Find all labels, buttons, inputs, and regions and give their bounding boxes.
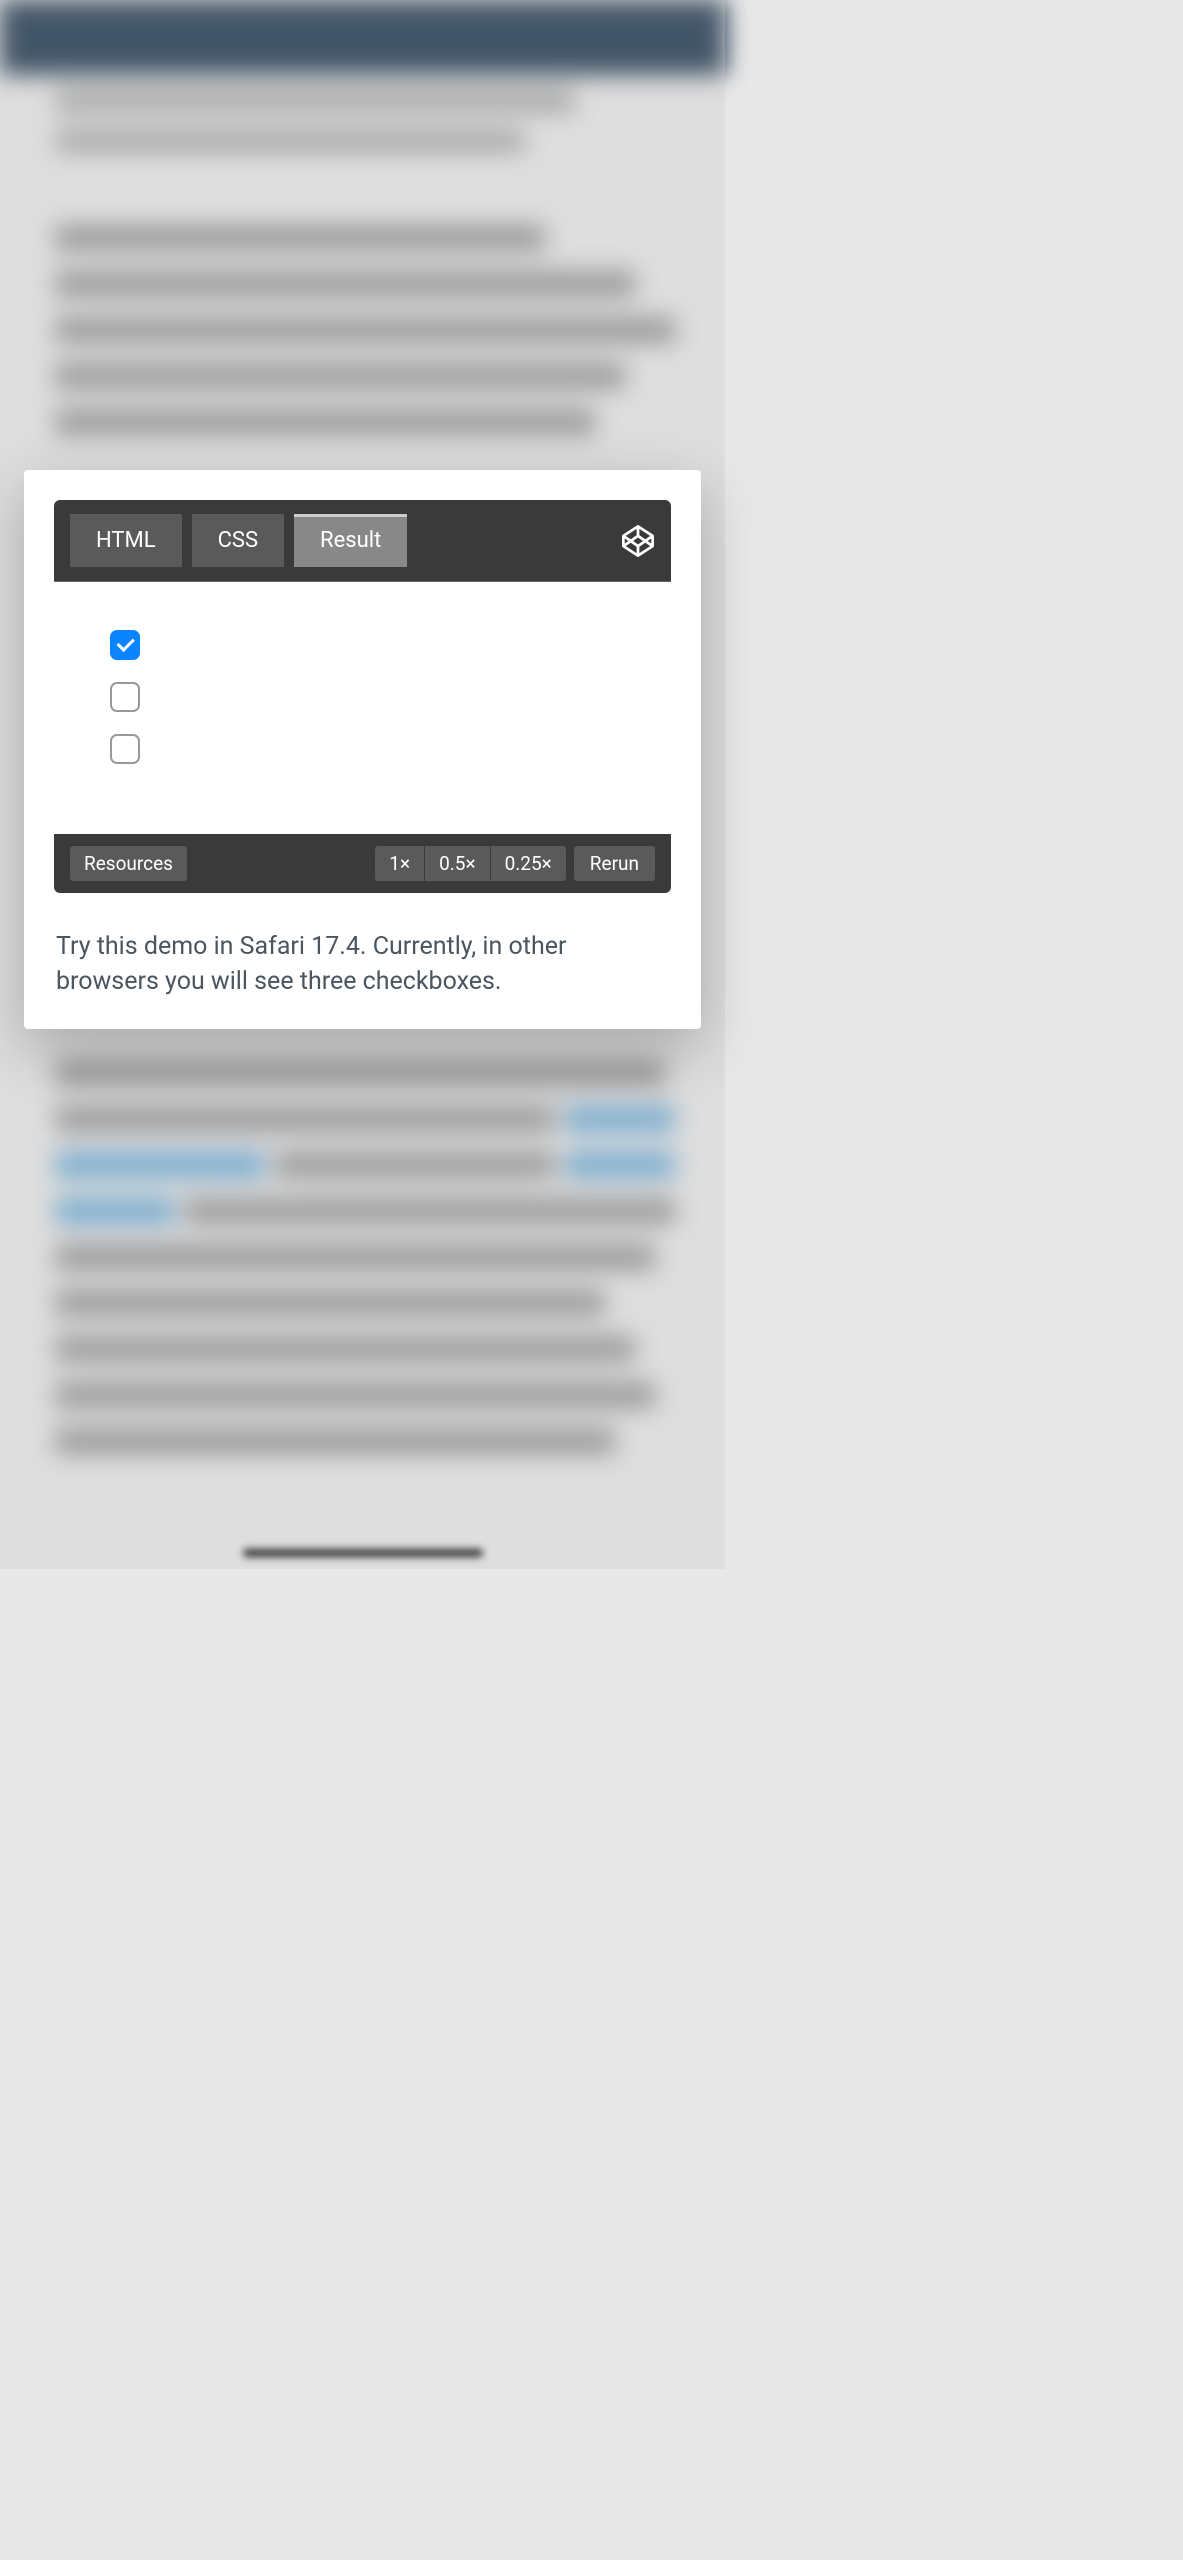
home-indicator bbox=[243, 1549, 483, 1557]
codepen-tab-bar: HTML CSS Result bbox=[54, 500, 671, 581]
demo-modal: HTML CSS Result Resources bbox=[24, 470, 701, 1029]
demo-caption: Try this demo in Safari 17.4. Currently,… bbox=[54, 929, 671, 999]
zoom-1x-button[interactable]: 1× bbox=[375, 846, 424, 881]
resources-button[interactable]: Resources bbox=[70, 846, 187, 881]
checkbox-3[interactable] bbox=[110, 734, 140, 764]
zoom-05x-button[interactable]: 0.5× bbox=[424, 846, 490, 881]
codepen-bottom-bar: Resources 1× 0.5× 0.25× Rerun bbox=[54, 834, 671, 893]
tab-css[interactable]: CSS bbox=[192, 514, 284, 567]
zoom-controls: 1× 0.5× 0.25× bbox=[375, 846, 566, 881]
checkbox-1[interactable] bbox=[110, 630, 140, 660]
checkbox-2[interactable] bbox=[110, 682, 140, 712]
codepen-logo-icon[interactable] bbox=[621, 524, 655, 558]
tab-result[interactable]: Result bbox=[294, 514, 407, 567]
rerun-button[interactable]: Rerun bbox=[574, 846, 655, 881]
zoom-025x-button[interactable]: 0.25× bbox=[490, 846, 566, 881]
codepen-embed: HTML CSS Result Resources bbox=[54, 500, 671, 893]
tab-html[interactable]: HTML bbox=[70, 514, 182, 567]
result-pane bbox=[54, 581, 671, 834]
